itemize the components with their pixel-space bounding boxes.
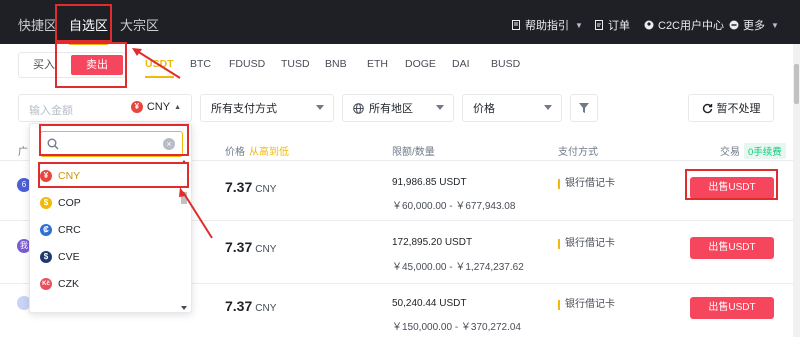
annotation-arrows bbox=[132, 48, 213, 239]
annotation-arrowhead bbox=[132, 48, 142, 56]
annotation-arrowhead bbox=[179, 187, 186, 197]
annotation-arrow bbox=[182, 191, 213, 239]
annotation-arrow bbox=[136, 50, 181, 79]
